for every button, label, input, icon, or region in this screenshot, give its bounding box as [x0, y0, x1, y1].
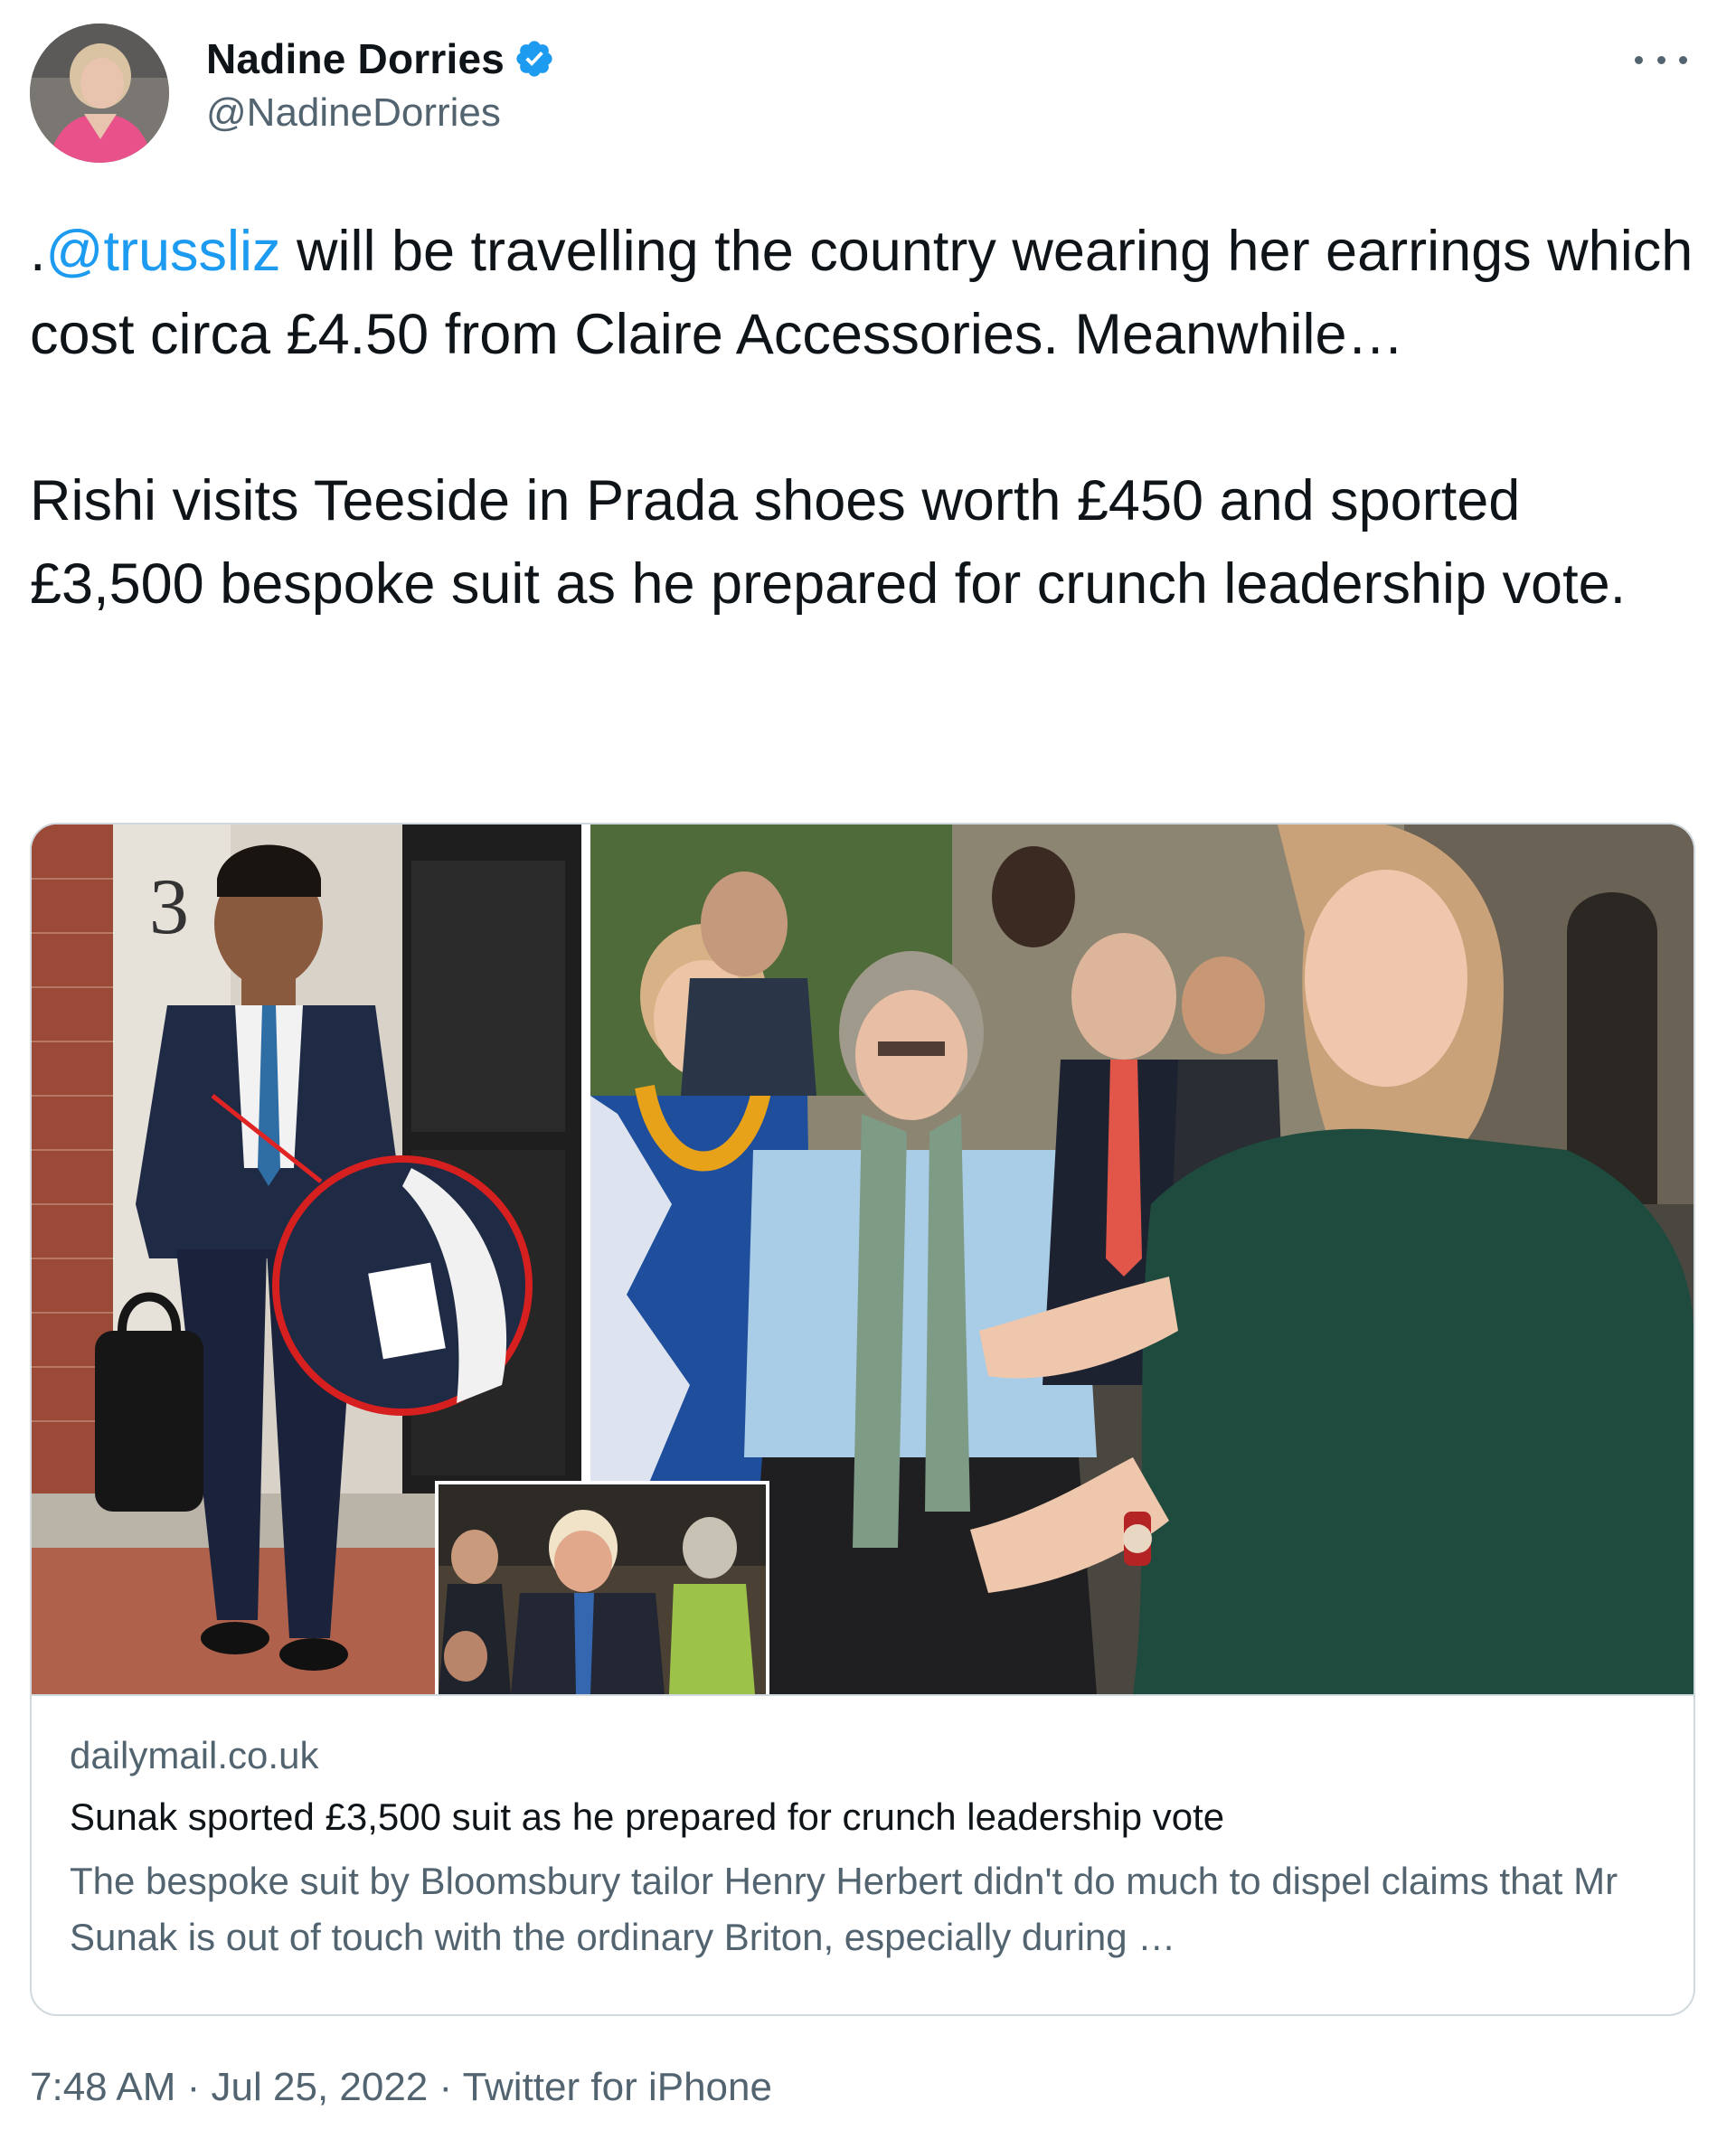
tweet-timestamp[interactable]: 7:48 AM · Jul 25, 2022 · Twitter for iPh…	[30, 2065, 772, 2110]
more-dot	[1679, 55, 1687, 64]
tweet-paragraph-1: .@trussliz will be travelling the countr…	[30, 210, 1694, 376]
house-number: 3	[149, 863, 189, 951]
card-description: The bespoke suit by Bloomsbury tailor He…	[70, 1860, 1618, 1958]
card-photo-inset	[435, 1481, 769, 1694]
tweet-prefix: .	[30, 220, 46, 283]
avatar[interactable]	[30, 24, 169, 163]
author-name-row[interactable]: Nadine Dorries	[206, 31, 555, 87]
avatar-photo	[30, 24, 169, 163]
link-preview-card[interactable]: 3 dailymail.co.uk Sunak sported £3,500 s…	[30, 823, 1695, 2016]
card-divider	[32, 1694, 1694, 1696]
verified-badge-icon	[514, 38, 555, 80]
tweet-text: .@trussliz will be travelling the countr…	[30, 210, 1694, 626]
more-dot	[1635, 55, 1643, 64]
author-display-name[interactable]: Nadine Dorries	[206, 34, 505, 83]
tweet: Nadine Dorries @NadineDorries .@trussliz…	[0, 0, 1736, 2139]
card-media[interactable]: 3	[32, 825, 1694, 1694]
author-handle[interactable]: @NadineDorries	[206, 90, 501, 136]
more-options-icon[interactable]	[1635, 40, 1687, 80]
card-domain[interactable]: dailymail.co.uk	[70, 1734, 318, 1777]
tweet-paragraph-2: Rishi visits Teeside in Prada shoes wort…	[30, 469, 1627, 616]
mention-link[interactable]: @trussliz	[46, 220, 281, 283]
card-title[interactable]: Sunak sported £3,500 suit as he prepared…	[70, 1795, 1224, 1839]
more-dot	[1656, 55, 1665, 64]
